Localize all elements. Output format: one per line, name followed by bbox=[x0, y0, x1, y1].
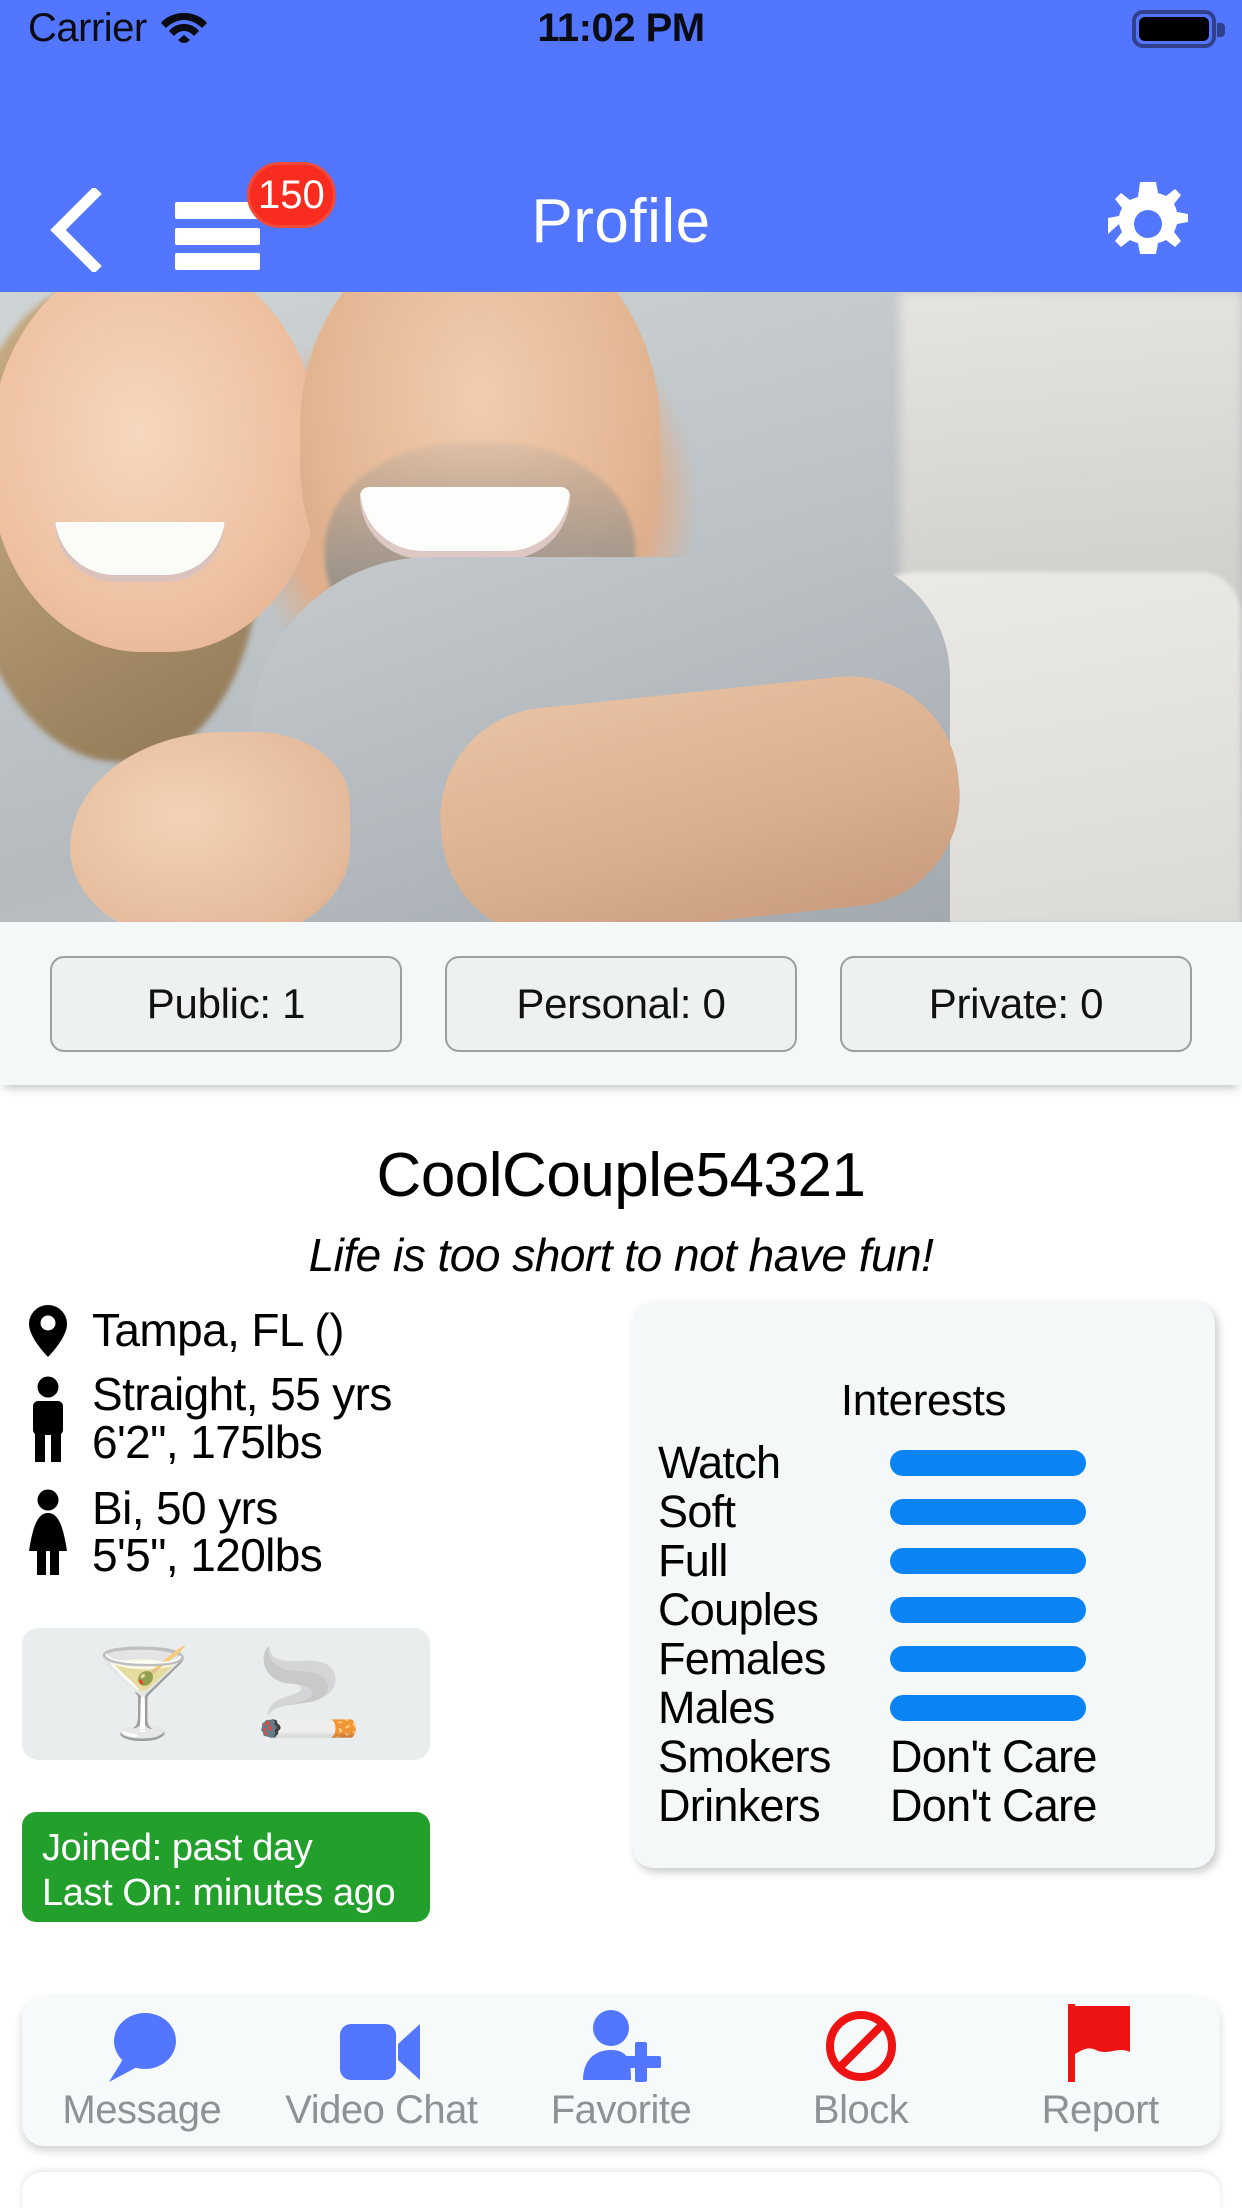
interest-label: Watch bbox=[658, 1436, 781, 1488]
female-figure-icon bbox=[22, 1489, 74, 1576]
video-chat-button[interactable]: Video Chat bbox=[262, 2010, 502, 2133]
interests-title: Interests bbox=[840, 1376, 1007, 1425]
interest-row: Watch bbox=[658, 1436, 1189, 1488]
private-photos-button[interactable]: Private: 0 bbox=[840, 955, 1192, 1052]
interest-bar bbox=[890, 1596, 1086, 1623]
navigation-bar: 150 Profile bbox=[0, 56, 1242, 292]
username: CoolCouple54321 bbox=[376, 1141, 866, 1210]
interest-row: Smokers Don't Care bbox=[658, 1730, 1189, 1782]
cocktail-icon: 🍸 bbox=[89, 1646, 197, 1742]
interests-panel: Interests Watch Soft Full Couples Female… bbox=[632, 1302, 1215, 1868]
female-orientation-age: Bi, 50 yrs bbox=[92, 1481, 278, 1534]
interest-row: Soft bbox=[658, 1485, 1189, 1537]
interest-row: Couples bbox=[658, 1583, 1189, 1635]
personal-photos-button[interactable]: Personal: 0 bbox=[445, 955, 797, 1052]
add-person-icon bbox=[579, 2009, 663, 2082]
no-entry-icon bbox=[825, 2010, 897, 2082]
interest-label: Soft bbox=[658, 1485, 736, 1537]
interest-bar bbox=[890, 1694, 1086, 1721]
interest-bar bbox=[890, 1498, 1086, 1525]
joined-text: Joined: past day bbox=[42, 1827, 313, 1869]
male-orientation-age: Straight, 55 yrs bbox=[92, 1368, 392, 1420]
interest-row: Males bbox=[658, 1681, 1189, 1733]
male-figure-icon bbox=[22, 1376, 74, 1462]
profile-details: Tampa, FL () Straight, 55 yrs 6'2", 175l… bbox=[22, 1305, 612, 1586]
interest-label: Males bbox=[658, 1681, 775, 1733]
battery-icon bbox=[1132, 10, 1225, 48]
interest-row: Females bbox=[658, 1632, 1189, 1684]
profile-tagline: Life is too short to not have fun! bbox=[308, 1229, 934, 1281]
interest-row: Full bbox=[658, 1534, 1189, 1586]
message-button[interactable]: Message bbox=[22, 2010, 262, 2133]
report-label: Report bbox=[1041, 2087, 1160, 2132]
video-camera-icon bbox=[340, 2010, 422, 2082]
report-button[interactable]: Report bbox=[980, 2003, 1220, 2133]
activity-badge: Joined: past day Last On: minutes ago bbox=[22, 1812, 430, 1922]
female-info-row: Bi, 50 yrs 5'5", 120lbs bbox=[22, 1481, 612, 1582]
public-photos-button[interactable]: Public: 1 bbox=[50, 955, 402, 1052]
interest-label: Drinkers bbox=[658, 1779, 821, 1831]
profile-screen: Carrier 11:02 PM 150 Profile Public: 1 P… bbox=[0, 0, 1242, 2208]
interest-bar bbox=[890, 1645, 1086, 1672]
favorite-label: Favorite bbox=[550, 2087, 692, 2132]
status-bar-clock: 11:02 PM bbox=[537, 5, 705, 50]
interest-row: Drinkers Don't Care bbox=[658, 1779, 1189, 1831]
interest-label: Full bbox=[658, 1534, 728, 1586]
flag-icon bbox=[1064, 2003, 1136, 2082]
status-bar: Carrier 11:02 PM bbox=[0, 0, 1242, 56]
interest-value: Don't Care bbox=[890, 1730, 1097, 1782]
block-button[interactable]: Block bbox=[741, 2010, 981, 2133]
page-title: Profile bbox=[531, 187, 711, 256]
location-row: Tampa, FL () bbox=[22, 1305, 612, 1357]
chat-bubble-icon bbox=[103, 2010, 181, 2082]
interest-label: Females bbox=[658, 1632, 826, 1684]
location-text: Tampa, FL () bbox=[92, 1304, 344, 1357]
block-label: Block bbox=[812, 2087, 909, 2132]
profile-cover-photo[interactable] bbox=[0, 292, 1242, 922]
bottom-panel bbox=[22, 2172, 1220, 2208]
video-chat-label: Video Chat bbox=[285, 2087, 478, 2132]
male-info-row: Straight, 55 yrs 6'2", 175lbs bbox=[22, 1368, 612, 1468]
interest-label: Smokers bbox=[658, 1730, 831, 1782]
interest-bar bbox=[890, 1449, 1086, 1476]
favorite-button[interactable]: Favorite bbox=[501, 2009, 741, 2133]
interest-value: Don't Care bbox=[890, 1779, 1097, 1831]
message-label: Message bbox=[62, 2087, 222, 2132]
male-info-text: Straight, 55 yrs 6'2", 175lbs bbox=[92, 1368, 392, 1468]
interest-label: Couples bbox=[658, 1583, 819, 1635]
gear-icon[interactable] bbox=[1106, 182, 1190, 271]
interests-list: Watch Soft Full Couples Females Males Sm… bbox=[632, 1436, 1215, 1831]
photo-counts-bar: Public: 1 Personal: 0 Private: 0 bbox=[0, 922, 1242, 1085]
interest-bar bbox=[890, 1547, 1086, 1574]
habits-box: 🍸 🚬 bbox=[22, 1628, 430, 1760]
female-info-text: Bi, 50 yrs 5'5", 120lbs bbox=[92, 1481, 323, 1582]
female-body-stats: 5'5", 120lbs bbox=[92, 1529, 323, 1582]
action-bar: Message Video Chat Favorite Block Report bbox=[22, 1996, 1220, 2146]
male-body-stats: 6'2", 175lbs bbox=[92, 1415, 323, 1468]
map-pin-icon bbox=[22, 1305, 74, 1357]
cigarette-icon: 🚬 bbox=[255, 1646, 363, 1742]
last-on-text: Last On: minutes ago bbox=[42, 1871, 396, 1914]
